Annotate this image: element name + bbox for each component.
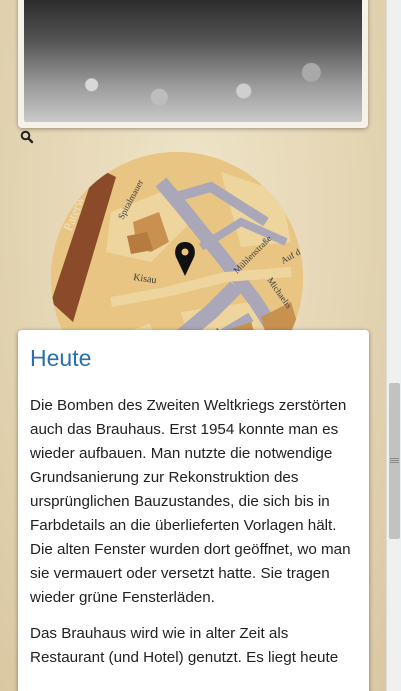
content-paragraph-1: Die Bomben des Zweiten Weltkriegs zerstö… xyxy=(30,397,351,606)
historic-photo[interactable] xyxy=(24,0,362,122)
page-background: Paterw Spitalmauer Kisau Mühlenstraße Au… xyxy=(0,0,386,691)
content-paragraph-2: Das Brauhaus wird wie in alter Zeit als … xyxy=(30,625,339,666)
content-card: Heute Die Bomben des Zweiten Weltkriegs … xyxy=(18,330,369,691)
historic-photo-card[interactable] xyxy=(18,0,368,128)
vertical-scrollbar[interactable] xyxy=(386,0,401,691)
scrollbar-grip-icon xyxy=(390,458,399,463)
section-heading: Heute xyxy=(30,345,92,371)
magnifier-icon[interactable] xyxy=(20,130,34,144)
